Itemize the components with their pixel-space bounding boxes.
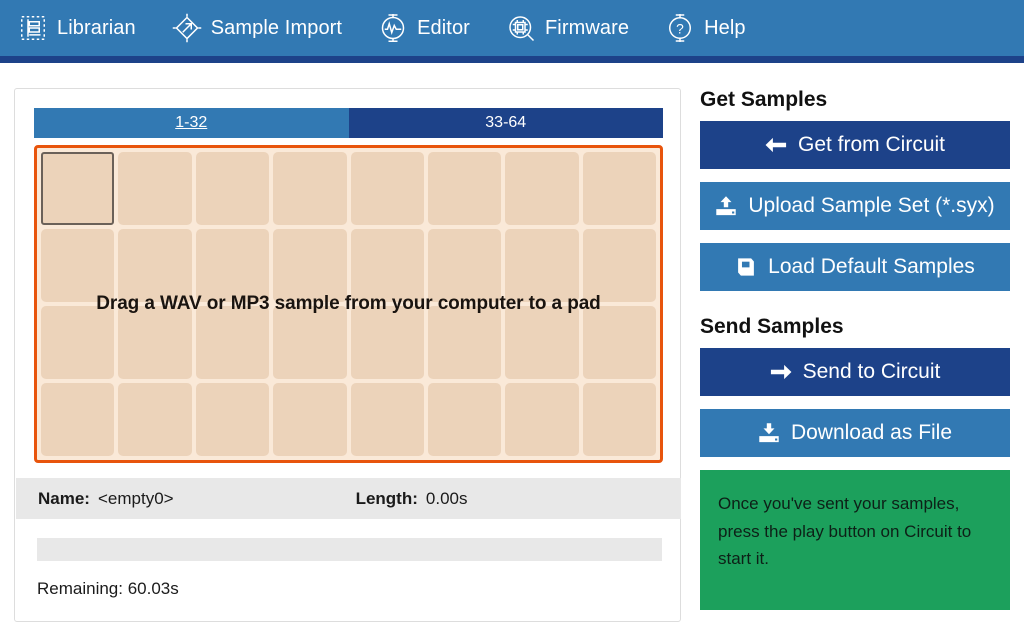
pad-6[interactable] xyxy=(428,152,501,225)
button-label: Get from Circuit xyxy=(798,133,945,157)
editor-icon xyxy=(378,13,408,43)
sample-length-field: Length: 0.00s xyxy=(356,489,468,509)
bank-tab-33-64[interactable]: 33-64 xyxy=(349,108,664,138)
bank-tab-label: 1-32 xyxy=(175,114,207,132)
pad-31[interactable] xyxy=(505,383,578,456)
button-label: Load Default Samples xyxy=(768,255,975,279)
button-label: Upload Sample Set (*.syx) xyxy=(748,194,994,218)
pad-25[interactable] xyxy=(41,383,114,456)
book-icon xyxy=(735,256,757,278)
nav-item-label: Help xyxy=(704,17,746,40)
get-samples-title: Get Samples xyxy=(700,88,1010,112)
pad-12[interactable] xyxy=(273,229,346,302)
load-default-samples-button[interactable]: Load Default Samples xyxy=(700,243,1010,291)
pad-17[interactable] xyxy=(41,306,114,379)
get-from-circuit-button[interactable]: Get from Circuit xyxy=(700,121,1010,169)
nav-item-label: Firmware xyxy=(545,17,629,40)
download-as-file-button[interactable]: Download as File xyxy=(700,409,1010,457)
arrow-left-icon xyxy=(765,134,787,156)
send-instructions-notice: Once you've sent your samples, press the… xyxy=(700,470,1010,610)
pad-13[interactable] xyxy=(351,229,424,302)
librarian-icon xyxy=(18,13,48,43)
pad-4[interactable] xyxy=(273,152,346,225)
pad-18[interactable] xyxy=(118,306,191,379)
pad-20[interactable] xyxy=(273,306,346,379)
pad-11[interactable] xyxy=(196,229,269,302)
firmware-icon xyxy=(506,13,536,43)
button-label: Send to Circuit xyxy=(803,360,941,384)
pad-16[interactable] xyxy=(583,229,656,302)
pad-27[interactable] xyxy=(196,383,269,456)
sample-import-icon xyxy=(172,13,202,43)
nav-item-label: Editor xyxy=(417,17,470,40)
help-icon: ? xyxy=(665,13,695,43)
remaining-time-label: Remaining: 60.03s xyxy=(37,579,179,599)
pad-grid: Drag a WAV or MP3 sample from your compu… xyxy=(41,152,656,456)
pad-10[interactable] xyxy=(118,229,191,302)
sample-panel: 1-32 33-64 Drag a WAV or MP3 sample from… xyxy=(14,88,681,622)
pad-22[interactable] xyxy=(428,306,501,379)
sample-length-label: Length: xyxy=(356,489,418,509)
pad-26[interactable] xyxy=(118,383,191,456)
navbar-accent-strip xyxy=(0,56,1024,63)
download-icon xyxy=(758,422,780,444)
pad-28[interactable] xyxy=(273,383,346,456)
pad-9[interactable] xyxy=(41,229,114,302)
pad-2[interactable] xyxy=(118,152,191,225)
sample-name-value: <empty0> xyxy=(98,489,174,509)
sample-name-field: Name: <empty0> xyxy=(38,489,174,509)
nav-item-sample-import[interactable]: Sample Import xyxy=(172,13,357,43)
upload-icon xyxy=(715,195,737,217)
pad-19[interactable] xyxy=(196,306,269,379)
button-label: Download as File xyxy=(791,421,952,445)
svg-text:?: ? xyxy=(676,21,684,36)
pad-23[interactable] xyxy=(505,306,578,379)
nav-item-librarian[interactable]: Librarian xyxy=(18,13,151,43)
pad-21[interactable] xyxy=(351,306,424,379)
top-navigation-bar: Librarian Sample Import xyxy=(0,0,1024,56)
pad-8[interactable] xyxy=(583,152,656,225)
pad-3[interactable] xyxy=(196,152,269,225)
bank-tab-label: 33-64 xyxy=(485,114,526,132)
pad-5[interactable] xyxy=(351,152,424,225)
sample-name-label: Name: xyxy=(38,489,90,509)
pad-24[interactable] xyxy=(583,306,656,379)
bank-tab-group: 1-32 33-64 xyxy=(34,108,663,138)
arrow-right-icon xyxy=(770,361,792,383)
waveform-progress-bar[interactable] xyxy=(37,538,662,561)
pad-15[interactable] xyxy=(505,229,578,302)
nav-item-label: Librarian xyxy=(57,17,136,40)
pad-1[interactable] xyxy=(41,152,114,225)
sample-info-strip: Name: <empty0> Length: 0.00s xyxy=(16,478,681,519)
pad-30[interactable] xyxy=(428,383,501,456)
nav-item-help[interactable]: ? Help xyxy=(665,13,761,43)
main-content: 1-32 33-64 Drag a WAV or MP3 sample from… xyxy=(0,63,1024,616)
send-samples-title: Send Samples xyxy=(700,315,1010,339)
pad-drop-zone[interactable]: Drag a WAV or MP3 sample from your compu… xyxy=(34,145,663,463)
upload-sample-set-button[interactable]: Upload Sample Set (*.syx) xyxy=(700,182,1010,230)
sample-length-value: 0.00s xyxy=(426,489,468,509)
pad-32[interactable] xyxy=(583,383,656,456)
nav-item-firmware[interactable]: Firmware xyxy=(506,13,644,43)
pad-7[interactable] xyxy=(505,152,578,225)
bank-tab-1-32[interactable]: 1-32 xyxy=(34,108,349,138)
send-to-circuit-button[interactable]: Send to Circuit xyxy=(700,348,1010,396)
pad-14[interactable] xyxy=(428,229,501,302)
pad-29[interactable] xyxy=(351,383,424,456)
nav-item-editor[interactable]: Editor xyxy=(378,13,485,43)
side-panel: Get Samples Get from Circuit Upload Samp… xyxy=(700,88,1010,610)
nav-item-label: Sample Import xyxy=(211,17,342,40)
